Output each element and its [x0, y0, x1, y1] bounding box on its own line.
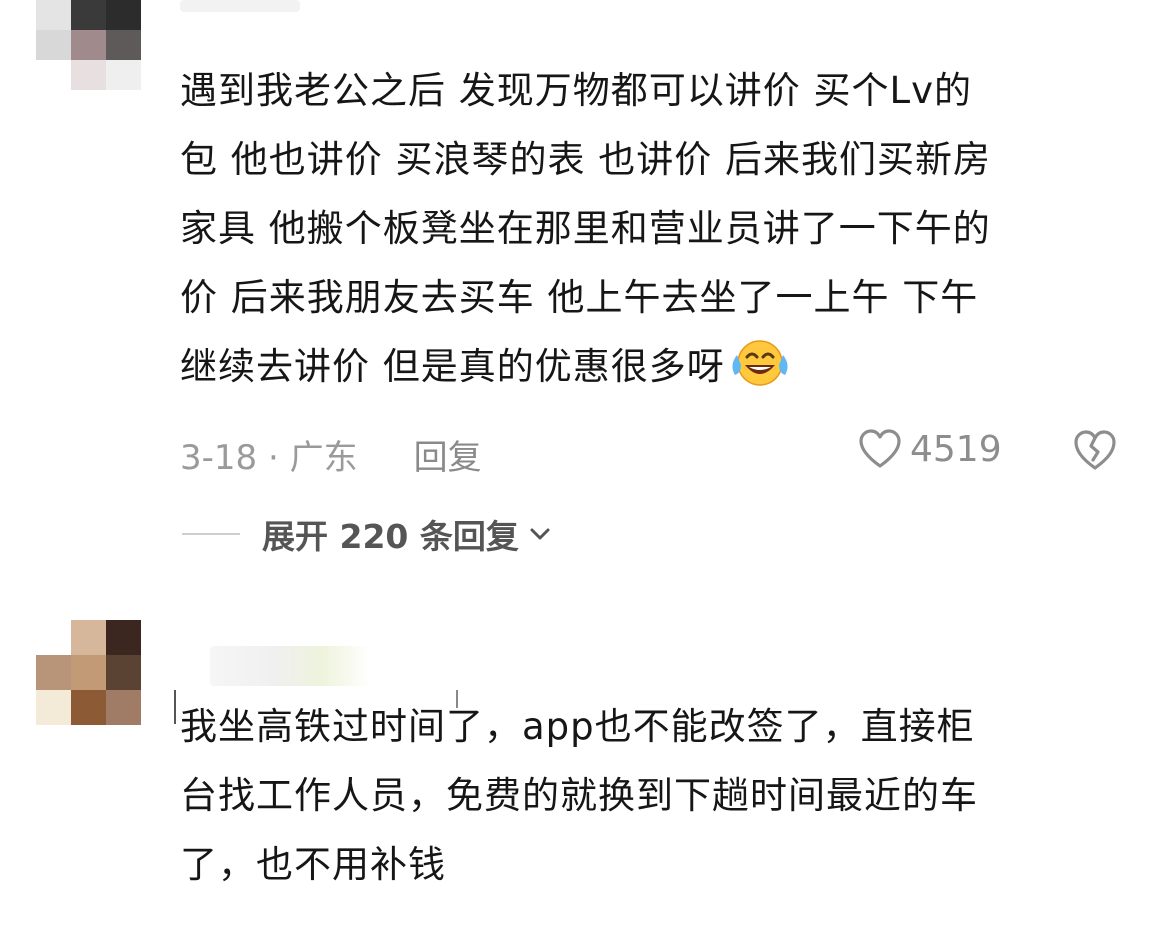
- text-cursor-mark: [174, 690, 176, 724]
- username-blurred[interactable]: [180, 0, 300, 12]
- like-button[interactable]: 4519: [858, 428, 1002, 470]
- comment-text: 我坐高铁过时间了，app也不能改签了，直接柜 台找工作人员，免费的就换到下趟时间…: [180, 692, 1140, 899]
- comment-text: 遇到我老公之后 发现万物都可以讲价 买个Lv的 包 他也讲价 买浪琴的表 也讲价…: [180, 56, 1140, 401]
- reply-button[interactable]: 回复: [414, 430, 482, 479]
- comment-text-content: 我坐高铁过时间了，app也不能改签了，直接柜 台找工作人员，免费的就换到下趟时间…: [180, 705, 978, 886]
- username-blurred[interactable]: [210, 646, 370, 686]
- broken-heart-icon[interactable]: [1072, 428, 1118, 472]
- avatar[interactable]: [36, 0, 141, 90]
- expand-replies-button[interactable]: 展开 220 条回复: [262, 510, 519, 558]
- comment-meta: 3-18 · 广东 回复: [180, 430, 482, 479]
- divider-line: [182, 533, 240, 535]
- chevron-down-icon[interactable]: [529, 527, 551, 541]
- laughing-tears-emoji-icon: [732, 340, 788, 386]
- like-count: 4519: [910, 428, 1002, 470]
- expand-replies: 展开 220 条回复: [182, 510, 551, 558]
- comment-text-content: 遇到我老公之后 发现万物都可以讲价 买个Lv的 包 他也讲价 买浪琴的表 也讲价…: [180, 69, 992, 388]
- avatar[interactable]: [36, 620, 141, 726]
- date-location: 3-18 · 广东: [180, 438, 358, 478]
- heart-icon: [859, 429, 901, 468]
